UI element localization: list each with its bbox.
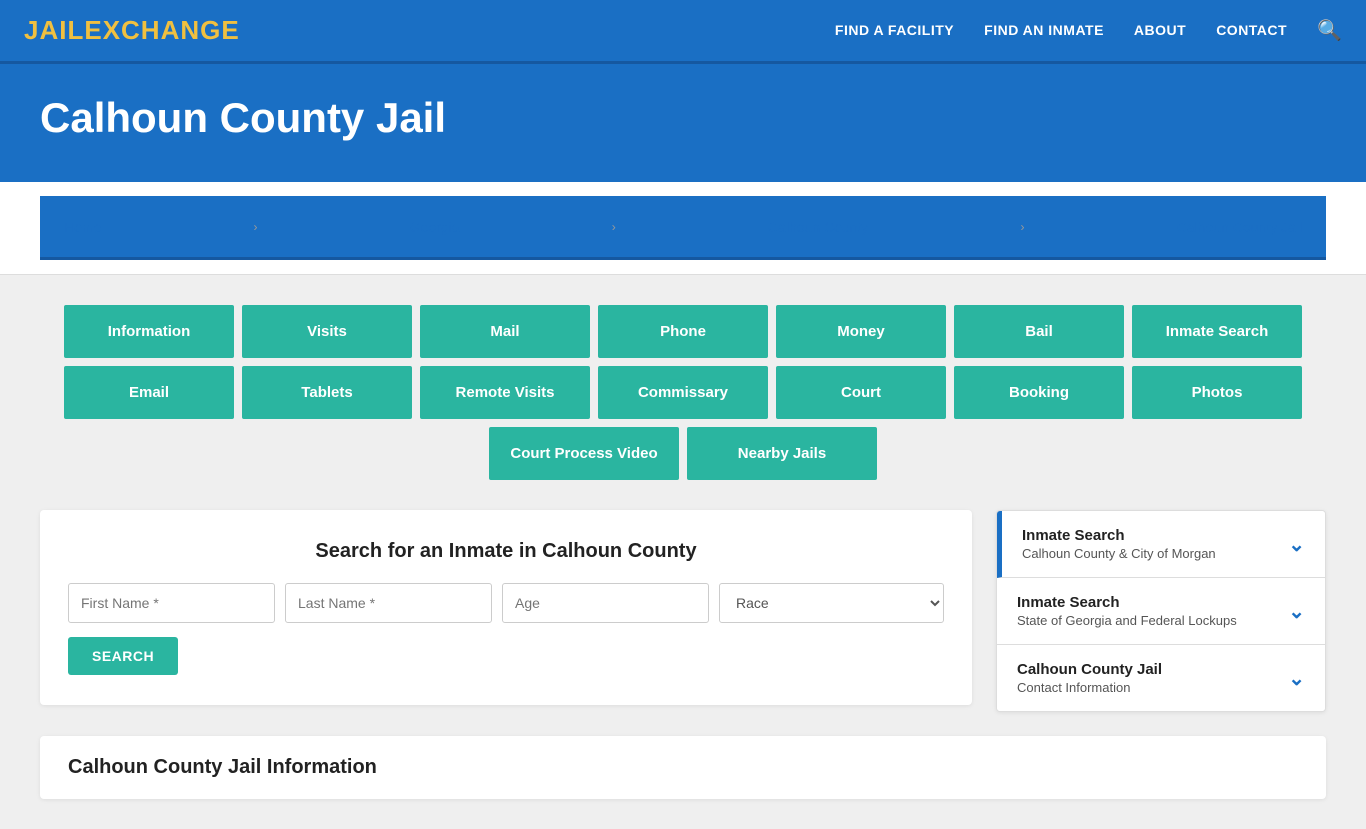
button-row-1: Information Visits Mail Phone Money Bail… [40,305,1326,358]
first-name-input[interactable] [68,583,275,623]
sidebar-panels: Inmate Search Calhoun County & City of M… [996,510,1326,712]
form-row-names: Race White Black Hispanic Asian Other [68,583,944,623]
breadcrumb-bar: Home › Georgia › Calhoun County › Calhou… [0,182,1366,275]
site-logo[interactable]: JAILEXCHANGE [24,15,240,46]
sidebar-panel-calhoun-sub: Calhoun County & City of Morgan [1022,546,1288,561]
hero-section: Calhoun County Jail [0,64,1366,182]
search-button[interactable]: SEARCH [68,637,178,675]
nav-contact[interactable]: CONTACT [1216,22,1287,38]
breadcrumb-sep-3: › [1021,220,1025,234]
btn-court-process-video[interactable]: Court Process Video [489,427,679,480]
chevron-down-icon: ⌄ [1288,532,1305,557]
btn-information[interactable]: Information [64,305,234,358]
nav-links: FIND A FACILITY FIND AN INMATE ABOUT CON… [835,18,1342,43]
nav-about[interactable]: ABOUT [1134,22,1186,38]
logo-x: E [84,15,102,45]
button-row-2: Email Tablets Remote Visits Commissary C… [40,366,1326,419]
sidebar-panel-georgia-title: Inmate Search [1017,594,1288,611]
btn-commissary[interactable]: Commissary [598,366,768,419]
lower-section: Search for an Inmate in Calhoun County R… [40,510,1326,712]
button-grid: Information Visits Mail Phone Money Bail… [40,305,1326,480]
sidebar-panel-calhoun[interactable]: Inmate Search Calhoun County & City of M… [997,511,1325,578]
race-select[interactable]: Race White Black Hispanic Asian Other [719,583,944,623]
chevron-down-icon-2: ⌄ [1288,599,1305,624]
breadcrumb-calhoun-county[interactable]: Calhoun County [768,219,868,235]
btn-booking[interactable]: Booking [954,366,1124,419]
sidebar-panel-contact[interactable]: Calhoun County Jail Contact Information … [997,645,1325,711]
button-row-3: Court Process Video Nearby Jails [40,427,1326,480]
btn-phone[interactable]: Phone [598,305,768,358]
sidebar-panel-contact-title: Calhoun County Jail [1017,661,1288,678]
sidebar-panel-georgia[interactable]: Inmate Search State of Georgia and Feder… [997,578,1325,645]
last-name-input[interactable] [285,583,492,623]
btn-mail[interactable]: Mail [420,305,590,358]
btn-visits[interactable]: Visits [242,305,412,358]
logo-jail: JAIL [24,15,84,45]
btn-email[interactable]: Email [64,366,234,419]
btn-remote-visits[interactable]: Remote Visits [420,366,590,419]
logo-exchange: XCHANGE [103,15,240,45]
search-icon[interactable]: 🔍 [1317,20,1342,42]
sidebar-panel-calhoun-title: Inmate Search [1022,527,1288,544]
nav-find-inmate[interactable]: FIND AN INMATE [984,22,1104,38]
btn-inmate-search[interactable]: Inmate Search [1132,305,1302,358]
page-title: Calhoun County Jail [40,94,1326,142]
btn-bail[interactable]: Bail [954,305,1124,358]
breadcrumb-current: Calhoun County Jail [1177,219,1302,235]
age-input[interactable] [502,583,709,623]
search-form-heading: Search for an Inmate in Calhoun County [68,540,944,563]
sidebar-panel-contact-sub: Contact Information [1017,680,1288,695]
breadcrumb-georgia[interactable]: Georgia [410,219,460,235]
breadcrumb-sep-1: › [254,220,258,234]
breadcrumb-sep-2: › [612,220,616,234]
btn-tablets[interactable]: Tablets [242,366,412,419]
chevron-down-icon-3: ⌄ [1288,666,1305,691]
btn-money[interactable]: Money [776,305,946,358]
breadcrumb-home[interactable]: Home [64,219,101,235]
sidebar-panel-georgia-sub: State of Georgia and Federal Lockups [1017,613,1288,628]
search-form-container: Search for an Inmate in Calhoun County R… [40,510,972,705]
btn-court[interactable]: Court [776,366,946,419]
btn-photos[interactable]: Photos [1132,366,1302,419]
breadcrumb: Home › Georgia › Calhoun County › Calhou… [40,196,1326,260]
btn-nearby-jails[interactable]: Nearby Jails [687,427,877,480]
nav-find-facility[interactable]: FIND A FACILITY [835,22,954,38]
main-content: Information Visits Mail Phone Money Bail… [0,275,1366,829]
